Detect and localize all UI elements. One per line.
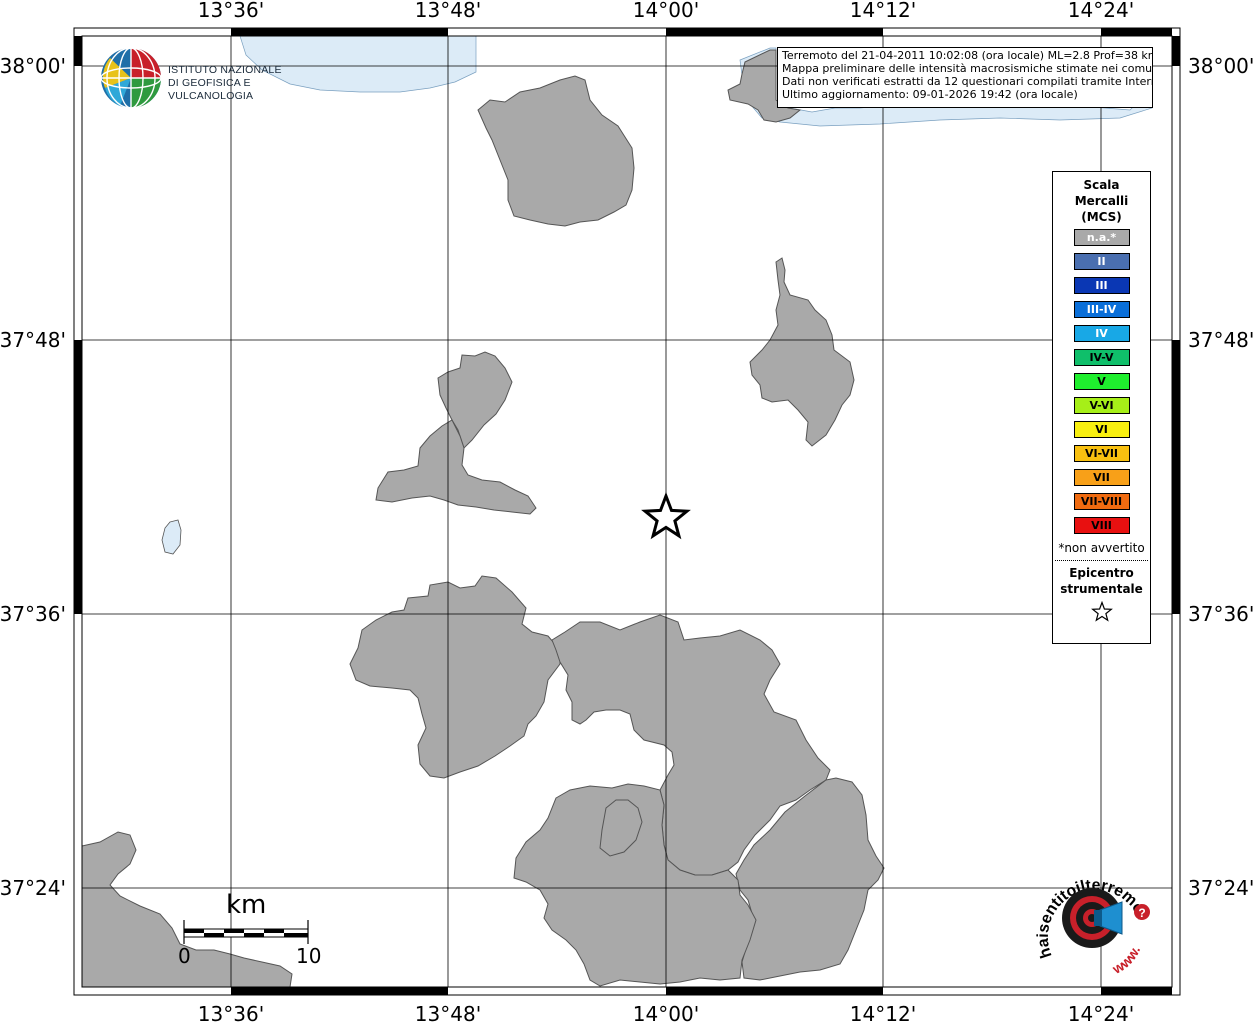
legend-epicenter-line1: Epicentro — [1069, 566, 1134, 580]
institute-name-line1: ISTITUTO NAZIONALE — [168, 64, 282, 76]
lon-label-top: 13°48' — [415, 0, 481, 22]
earthquake-info-box: Terremoto del 21-04-2011 10:02:08 (ora l… — [777, 47, 1153, 108]
institute-name: ISTITUTO NAZIONALE DI GEOFISICA E VULCAN… — [168, 64, 330, 103]
lon-label-bottom: 14°12' — [850, 1002, 916, 1024]
scale-bar-start: 0 — [178, 944, 191, 968]
institute-name-line2: DI GEOFISICA E VULCANOLOGIA — [168, 77, 254, 102]
lon-label-top: 14°00' — [633, 0, 699, 22]
legend-item-swatch: V — [1073, 373, 1130, 390]
lon-label-top: 13°36' — [198, 0, 264, 22]
haisentito-www-text: www. — [1109, 943, 1144, 977]
legend-title-line3: (MCS) — [1081, 210, 1122, 224]
legend-epicenter-star — [1053, 600, 1150, 627]
lon-label-bottom: 14°24' — [1068, 1002, 1134, 1024]
lon-label-top: 14°24' — [1068, 0, 1134, 22]
legend-title: Scala Mercalli (MCS) — [1053, 177, 1150, 225]
info-line-source: Dati non verificati estratti da 12 quest… — [782, 75, 1153, 88]
lat-label-left: 37°24' — [0, 876, 66, 900]
globe-logo-icon — [100, 47, 162, 109]
info-line-event: Terremoto del 21-04-2011 10:02:08 (ora l… — [782, 49, 1153, 62]
legend-item-swatch: II — [1073, 253, 1130, 270]
ingv-logo: ISTITUTO NAZIONALE DI GEOFISICA E VULCAN… — [100, 46, 330, 110]
lon-label-bottom: 13°48' — [415, 1002, 481, 1024]
lat-label-left: 37°48' — [0, 328, 66, 352]
legend-item-swatch: IV-V — [1073, 349, 1130, 366]
svg-text:?: ? — [1138, 906, 1145, 920]
legend-separator — [1055, 560, 1148, 561]
legend-item-swatch: VII — [1073, 469, 1130, 486]
legend-title-line1: Scala — [1083, 178, 1120, 192]
legend-item-swatch: VI-VII — [1073, 445, 1130, 462]
legend-title-line2: Mercalli — [1074, 194, 1129, 208]
lat-label-left: 37°36' — [0, 602, 66, 626]
haisentito-logo[interactable]: haisentitoilterremoto.it www. ? — [1025, 853, 1154, 990]
scale-bar-end: 10 — [296, 944, 322, 968]
lon-label-top: 14°12' — [850, 0, 916, 22]
legend-item-swatch: n.a.* — [1073, 229, 1130, 246]
legend-item-swatch: VII-VIII — [1073, 493, 1130, 510]
legend-epicenter-line2: strumentale — [1060, 582, 1143, 596]
legend-item-swatch: VI — [1073, 421, 1130, 438]
haisentito-logo-icon: haisentitoilterremoto.it www. ? — [1025, 853, 1151, 977]
legend-item-swatch: VIII — [1073, 517, 1130, 534]
lat-label-right: 38°00' — [1188, 54, 1254, 78]
haisentito-www: www. — [1109, 943, 1144, 977]
star-icon — [1090, 600, 1113, 622]
lat-label-right: 37°48' — [1188, 328, 1254, 352]
lon-label-bottom: 13°36' — [198, 1002, 264, 1024]
info-line-updated: Ultimo aggiornamento: 09-01-2026 19:42 (… — [782, 88, 1078, 101]
lat-label-right: 37°36' — [1188, 602, 1254, 626]
legend-item-swatch: III-IV — [1073, 301, 1130, 318]
legend-items: n.a.* II III III-IV IV IV-V V V-VI VI VI-VII VII VI… — [1053, 229, 1150, 534]
lat-label-left: 38°00' — [0, 54, 66, 78]
mcs-scale-legend: Scala Mercalli (MCS) n.a.* II III III-IV IV I… — [1052, 171, 1151, 644]
legend-epicenter-label: Epicentro strumentale — [1053, 565, 1150, 597]
lat-label-right: 37°24' — [1188, 876, 1254, 900]
legend-note: *non avvertito — [1058, 541, 1145, 555]
legend-item-swatch: V-VI — [1073, 397, 1130, 414]
info-line-description: Mappa preliminare delle intensità macros… — [782, 62, 1153, 75]
legend-item-swatch: III — [1073, 277, 1130, 294]
scale-bar-unit: km — [226, 890, 267, 920]
legend-item-swatch: IV — [1073, 325, 1130, 342]
lon-label-bottom: 14°00' — [633, 1002, 699, 1024]
